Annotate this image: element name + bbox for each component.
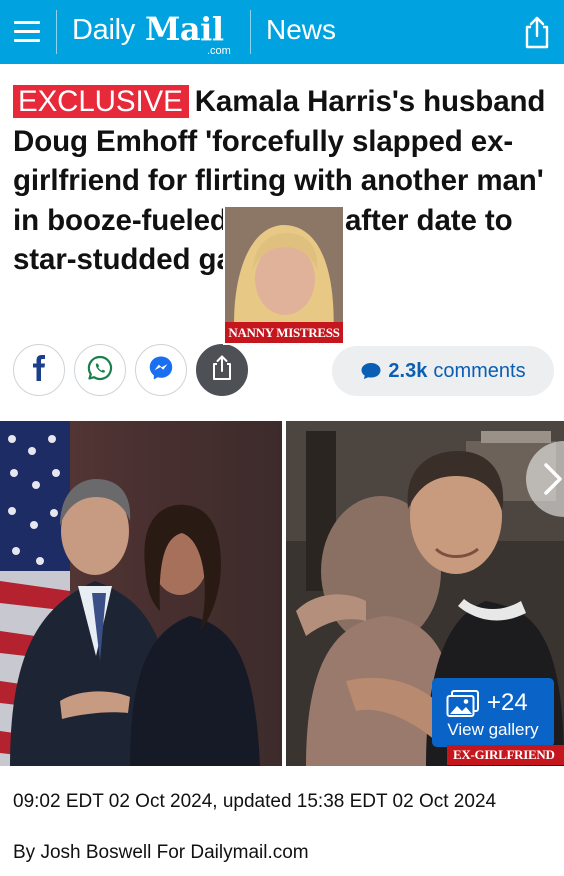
view-gallery-button[interactable]: +24 View gallery: [432, 678, 554, 747]
left-photo: [0, 421, 282, 766]
facebook-icon: [29, 354, 49, 386]
messenger-share-button[interactable]: [135, 344, 187, 396]
article-timestamp: 09:02 EDT 02 Oct 2024, updated 15:38 EDT…: [13, 791, 497, 812]
more-share-button[interactable]: [196, 344, 248, 396]
whatsapp-share-button[interactable]: [74, 344, 126, 396]
comments-count: 2.3k: [388, 359, 428, 382]
gallery-icon: [446, 690, 480, 723]
inset-photo: NANNY MISTRESS: [223, 205, 345, 345]
facebook-share-button[interactable]: [13, 344, 65, 396]
comments-label: comments: [433, 359, 526, 382]
whatsapp-icon: [86, 354, 114, 387]
comments-button[interactable]: 2.3k comments: [332, 346, 554, 396]
gallery-label: View gallery: [447, 720, 539, 739]
messenger-icon: [147, 354, 175, 387]
logo-mail-text: Mail: [145, 10, 224, 48]
chevron-right-icon: [544, 463, 562, 495]
menu-icon[interactable]: [14, 17, 42, 45]
gallery-count: +24: [487, 689, 528, 716]
logo-com-text: .com: [207, 45, 231, 57]
logo-daily-text: Daily: [72, 14, 135, 46]
header-divider: [56, 10, 57, 54]
top-header: Daily Mail .com News: [0, 0, 564, 64]
site-logo[interactable]: Daily Mail .com: [72, 8, 242, 58]
inset-caption: NANNY MISTRESS: [225, 322, 343, 343]
share-icon[interactable]: [520, 14, 554, 50]
comment-bubble-icon: [360, 362, 382, 380]
header-divider: [250, 10, 251, 54]
right-photo-caption: EX-GIRLFRIEND: [447, 745, 564, 765]
exclusive-badge: EXCLUSIVE: [13, 85, 189, 118]
section-news-link[interactable]: News: [266, 14, 336, 46]
article-byline: By Josh Boswell For Dailymail.com: [13, 842, 309, 863]
share-icon: [210, 354, 234, 387]
